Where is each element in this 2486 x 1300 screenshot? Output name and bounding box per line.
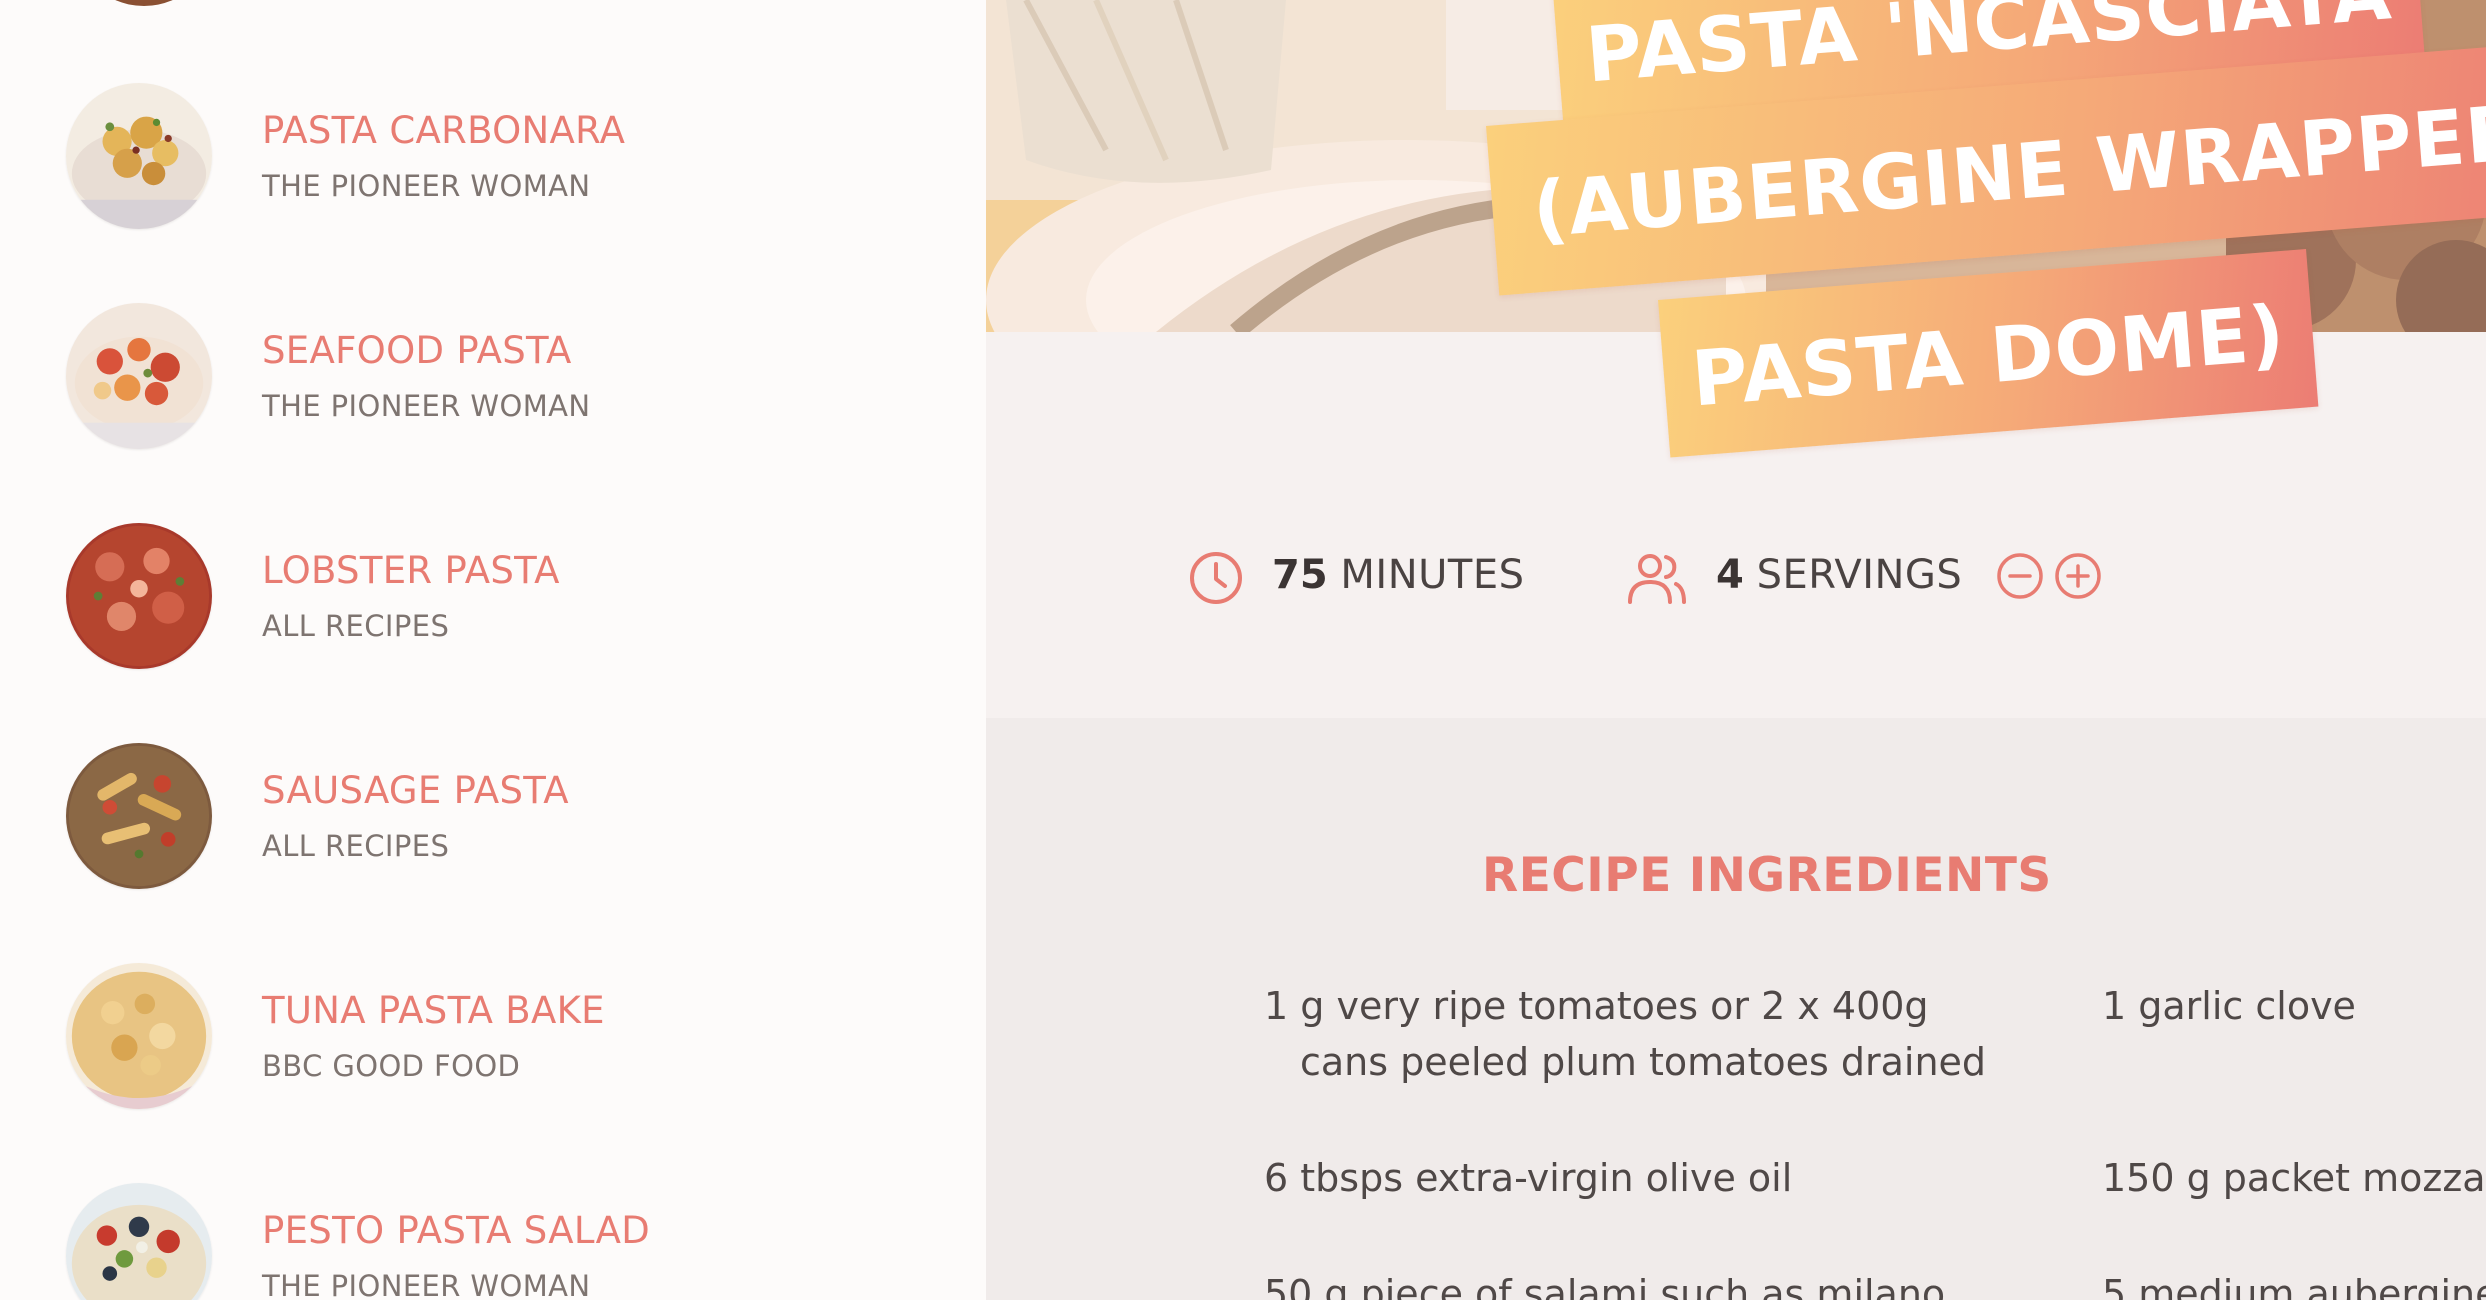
recipe-source: ALL RECIPES: [262, 829, 450, 863]
recipe-title-text: (AUBERGINE WRAPPED: [1529, 87, 2486, 255]
ingredient-text: 6 tbsps extra-virgin olive oil: [1264, 1156, 1793, 1200]
recipe-thumbnail[interactable]: [66, 743, 212, 889]
recipe-source: THE PIONEER WOMAN: [262, 1269, 591, 1300]
recipe-source: ALL RECIPES: [262, 609, 450, 643]
recipe-thumbnail[interactable]: [66, 83, 212, 229]
recipe-detail: PASTA 'NCASCIATA (AUBERGINE WRAPPED PAST…: [986, 0, 2486, 1300]
recipe-title[interactable]: PASTA CARBONARA: [262, 109, 625, 152]
recipe-title[interactable]: PESTO PASTA SALAD: [262, 1209, 650, 1252]
ingredient-item[interactable]: 1 garlic clove: [2102, 978, 2356, 1034]
minus-circle-icon: [1997, 553, 2043, 599]
recipe-source: BBC GOOD FOOD: [262, 1049, 521, 1083]
ingredient-item[interactable]: 6 tbsps extra-virgin olive oil: [1264, 1150, 1792, 1206]
recipe-thumbnail[interactable]: [66, 523, 212, 669]
ingredient-item[interactable]: 50 g piece of salami such as milano: [1264, 1266, 1945, 1300]
plus-circle-icon: [2055, 553, 2101, 599]
recipe-source: THE PIONEER WOMAN: [262, 169, 591, 203]
servings: 4 SERVINGS: [1716, 552, 1962, 598]
related-recipe-item[interactable]: SEAFOOD PASTA THE PIONEER WOMAN: [0, 303, 986, 483]
related-recipe-item[interactable]: LOBSTER PASTA ALL RECIPES: [0, 523, 986, 703]
servings-unit: SERVINGS: [1756, 552, 1963, 598]
recipe-thumbnail[interactable]: [66, 303, 212, 449]
recipe-title-text: PASTA DOME): [1688, 288, 2289, 424]
recipe-thumbnail-partial[interactable]: [72, 0, 216, 6]
recipe-title[interactable]: LOBSTER PASTA: [262, 549, 560, 592]
ingredient-text: 50 g piece of salami such as milano: [1264, 1272, 1946, 1300]
ingredient-item[interactable]: 5 medium aubergines: [2102, 1266, 2486, 1300]
ingredient-text-continued: cans peeled plum tomatoes drained: [1300, 1040, 1987, 1084]
cook-time: 75 MINUTES: [1272, 552, 1525, 598]
app: PASTA CARBONARA THE PIONEER WOMAN SEAFOO…: [0, 0, 2486, 1300]
ingredient-text: 5 medium aubergines: [2102, 1272, 2486, 1300]
recipe-title[interactable]: TUNA PASTA BAKE: [262, 989, 605, 1032]
ingredient-text: 150 g packet mozzarella: [2102, 1156, 2486, 1200]
recipe-title[interactable]: SAUSAGE PASTA: [262, 769, 569, 812]
cook-time-value: 75: [1272, 552, 1328, 598]
decrease-servings-button[interactable]: [1996, 552, 2044, 600]
increase-servings-button[interactable]: [2054, 552, 2102, 600]
related-recipe-item[interactable]: TUNA PASTA BAKE BBC GOOD FOOD: [0, 963, 986, 1143]
clock-icon: [1188, 550, 1244, 606]
related-recipes-sidebar: PASTA CARBONARA THE PIONEER WOMAN SEAFOO…: [0, 0, 986, 1300]
recipe-thumbnail[interactable]: [66, 963, 212, 1109]
recipe-thumbnail[interactable]: [66, 1183, 212, 1300]
related-recipe-item[interactable]: PASTA CARBONARA THE PIONEER WOMAN: [0, 83, 986, 263]
ingredient-text: 1 g very ripe tomatoes or 2 x 400g: [1264, 984, 1929, 1028]
people-icon: [1626, 550, 1688, 606]
recipe-meta-row: 75 MINUTES 4 SERVINGS: [986, 538, 2486, 612]
cook-time-unit: MINUTES: [1340, 552, 1525, 598]
ingredients-heading: RECIPE INGREDIENTS: [1482, 848, 2052, 903]
related-recipe-item[interactable]: PESTO PASTA SALAD THE PIONEER WOMAN: [0, 1183, 986, 1300]
ingredient-item[interactable]: 150 g packet mozzarella: [2102, 1150, 2486, 1206]
ingredient-item[interactable]: 1 g very ripe tomatoes or 2 x 400g cans …: [1264, 978, 1986, 1090]
recipe-source: THE PIONEER WOMAN: [262, 389, 591, 423]
recipe-title[interactable]: SEAFOOD PASTA: [262, 329, 572, 372]
servings-value: 4: [1716, 552, 1744, 598]
related-recipe-item[interactable]: SAUSAGE PASTA ALL RECIPES: [0, 743, 986, 923]
ingredient-text: 1 garlic clove: [2102, 984, 2356, 1028]
